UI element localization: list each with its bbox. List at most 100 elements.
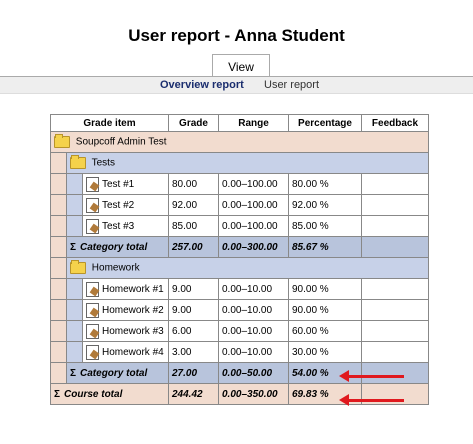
item-range: 0.00–100.00 <box>218 173 289 195</box>
item-feedback <box>361 341 429 363</box>
item-grade: 80.00 <box>168 173 219 195</box>
course-total-range: 0.00–350.00 <box>218 383 289 405</box>
tab-view[interactable]: View <box>212 54 270 78</box>
item-name-cell[interactable]: Test #2 <box>82 194 169 216</box>
item-percentage: 60.00 % <box>288 320 362 342</box>
category-total-grade: 27.00 <box>168 362 219 384</box>
course-row: Soupcoff Admin Test <box>50 131 429 153</box>
item-grade: 85.00 <box>168 215 219 237</box>
item-name[interactable]: Test #1 <box>102 179 134 190</box>
item-percentage: 92.00 % <box>288 194 362 216</box>
category-row: Homework <box>50 257 429 279</box>
course-name: Soupcoff Admin Test <box>75 136 167 148</box>
category-total-range: 0.00–300.00 <box>218 236 289 258</box>
item-percentage: 85.00 % <box>288 215 362 237</box>
category-total-grade: 257.00 <box>168 236 219 258</box>
header-percentage: Percentage <box>288 114 362 132</box>
header-range: Range <box>218 114 289 132</box>
grade-item-icon <box>86 281 99 297</box>
folder-icon <box>70 260 86 274</box>
grade-item-icon <box>86 323 99 339</box>
item-grade: 9.00 <box>168 278 219 300</box>
item-range: 0.00–10.00 <box>218 278 289 300</box>
item-name-cell[interactable]: Homework #1 <box>82 278 169 300</box>
category-total-label-cell: Σ Category total <box>66 236 169 258</box>
item-name-cell[interactable]: Test #1 <box>82 173 169 195</box>
category-total-percentage: 85.67 % <box>288 236 362 258</box>
item-feedback <box>361 320 429 342</box>
item-name-cell[interactable]: Homework #4 <box>82 341 169 363</box>
category-total-feedback <box>361 236 429 258</box>
folder-icon <box>70 155 86 169</box>
item-grade: 3.00 <box>168 341 219 363</box>
header-row: Grade item Grade Range Percentage Feedba… <box>50 114 429 132</box>
item-percentage: 30.00 % <box>288 341 362 363</box>
item-name[interactable]: Test #3 <box>102 221 134 232</box>
item-name-cell[interactable]: Test #3 <box>82 215 169 237</box>
course-total-grade: 244.42 <box>168 383 219 405</box>
item-name[interactable]: Homework #2 <box>102 305 164 316</box>
page-title: User report - Anna Student <box>128 26 345 45</box>
item-feedback <box>361 194 429 216</box>
item-range: 0.00–100.00 <box>218 215 289 237</box>
item-range: 0.00–100.00 <box>218 194 289 216</box>
item-percentage: 90.00 % <box>288 278 362 300</box>
grade-table: Grade item Grade Range Percentage Feedba… <box>50 114 429 405</box>
item-range: 0.00–10.00 <box>218 299 289 321</box>
category-total-row: Σ Category total 27.00 0.00–50.00 54.00 % <box>50 362 429 384</box>
item-name-cell[interactable]: Homework #2 <box>82 299 169 321</box>
item-grade: 9.00 <box>168 299 219 321</box>
category-name: Tests <box>91 157 115 169</box>
item-name[interactable]: Homework #1 <box>102 284 164 295</box>
item-feedback <box>361 173 429 195</box>
table-row: Test #2 92.00 0.00–100.00 92.00 % <box>50 194 429 216</box>
item-feedback <box>361 299 429 321</box>
category-name-cell: Homework <box>66 257 429 279</box>
item-grade: 92.00 <box>168 194 219 216</box>
category-name-cell: Tests <box>66 152 429 174</box>
item-range: 0.00–10.00 <box>218 341 289 363</box>
category-total-range: 0.00–50.00 <box>218 362 289 384</box>
grade-item-icon <box>86 218 99 234</box>
item-percentage: 90.00 % <box>288 299 362 321</box>
course-name-cell: Soupcoff Admin Test <box>50 131 429 153</box>
item-name-cell[interactable]: Homework #3 <box>82 320 169 342</box>
course-total-label-cell: Σ Course total <box>50 383 169 405</box>
category-total-percentage: 54.00 % <box>288 362 362 384</box>
grade-item-icon <box>86 302 99 318</box>
user-report-link[interactable]: User report <box>264 79 319 91</box>
header-grade: Grade <box>168 114 219 132</box>
item-grade: 6.00 <box>168 320 219 342</box>
category-name: Homework <box>91 262 140 274</box>
category-total-label-cell: Σ Category total <box>66 362 169 384</box>
item-name[interactable]: Homework #4 <box>102 347 164 358</box>
red-arrow-annotation <box>339 394 404 406</box>
grade-item-icon <box>86 176 99 192</box>
sigma-icon: Σ <box>70 241 77 253</box>
red-arrow-annotation <box>339 370 404 382</box>
header-grade-item: Grade item <box>50 114 169 132</box>
sigma-icon: Σ <box>70 367 77 379</box>
table-row: Homework #2 9.00 0.00–10.00 90.00 % <box>50 299 429 321</box>
item-range: 0.00–10.00 <box>218 320 289 342</box>
item-name[interactable]: Test #2 <box>102 200 134 211</box>
category-total-label: Category total <box>80 367 148 379</box>
grade-item-icon <box>86 344 99 360</box>
table-row: Test #3 85.00 0.00–100.00 85.00 % <box>50 215 429 237</box>
item-percentage: 80.00 % <box>288 173 362 195</box>
sigma-icon: Σ <box>54 388 61 400</box>
folder-icon <box>54 134 70 148</box>
table-row: Homework #4 3.00 0.00–10.00 30.00 % <box>50 341 429 363</box>
category-total-row: Σ Category total 257.00 0.00–300.00 85.67… <box>50 236 429 258</box>
category-row: Tests <box>50 152 429 174</box>
category-total-label: Category total <box>80 241 148 253</box>
course-total-label: Course total <box>64 388 123 400</box>
header-feedback: Feedback <box>361 114 429 132</box>
item-name[interactable]: Homework #3 <box>102 326 164 337</box>
item-feedback <box>361 278 429 300</box>
category-total-feedback <box>361 362 429 384</box>
overview-report-link[interactable]: Overview report <box>160 79 244 91</box>
table-row: Test #1 80.00 0.00–100.00 80.00 % <box>50 173 429 195</box>
item-feedback <box>361 215 429 237</box>
table-row: Homework #1 9.00 0.00–10.00 90.00 % <box>50 278 429 300</box>
